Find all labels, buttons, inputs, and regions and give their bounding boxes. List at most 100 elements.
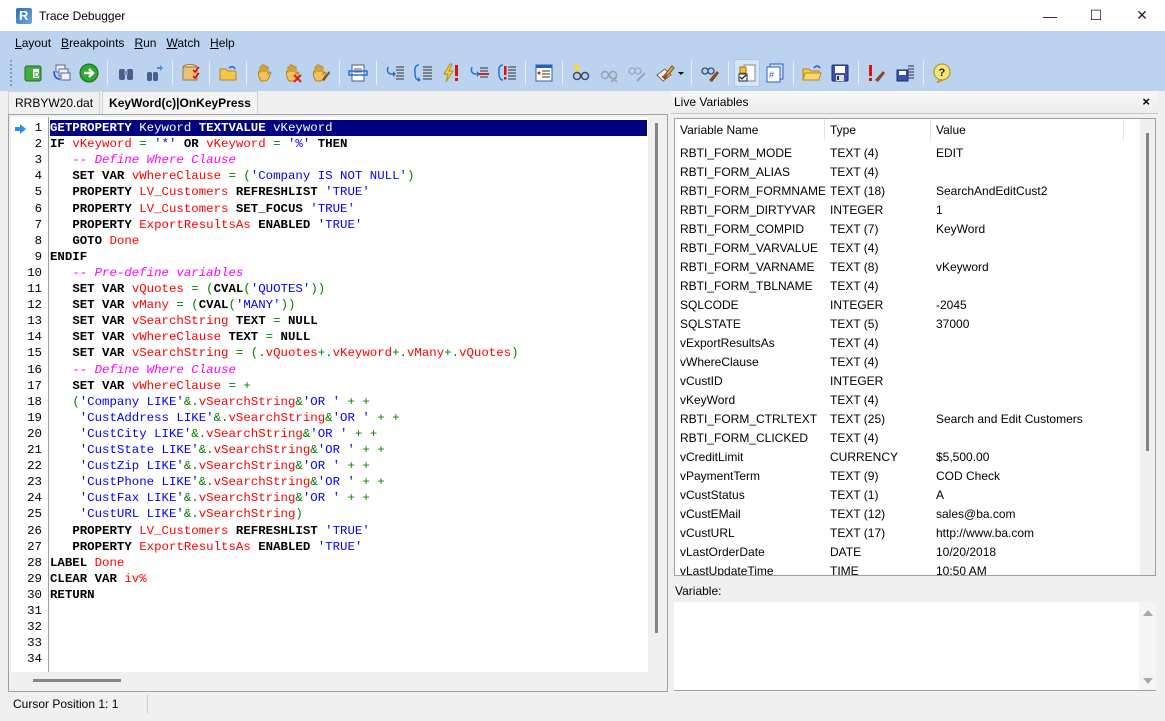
window-list-button[interactable] bbox=[531, 59, 557, 87]
line-number[interactable]: 3 bbox=[25, 152, 42, 168]
menu-run[interactable]: Run bbox=[129, 36, 161, 50]
variable-row[interactable]: SQLSTATE TEXT (5) 37000 bbox=[675, 314, 1140, 333]
skip-line-button[interactable] bbox=[466, 59, 492, 87]
scrollbar-thumb[interactable] bbox=[655, 123, 658, 633]
code-line[interactable]: 5 PROPERTY LV_Customers REFRESHLIST 'TRU… bbox=[11, 184, 648, 200]
add-watch-button[interactable] bbox=[568, 59, 594, 87]
line-number[interactable]: 19 bbox=[25, 410, 42, 426]
code-editor[interactable]: 1 GETPROPERTY Keyword TEXTVALUE vKeyword 2… bbox=[11, 117, 648, 672]
code-line[interactable]: 34 bbox=[11, 651, 648, 667]
code-line[interactable]: 24 'CustFax LIKE'&.vSearchString&'OR ' +… bbox=[11, 490, 648, 506]
print-button[interactable] bbox=[345, 59, 371, 87]
variable-row[interactable]: vCustStatus TEXT (1) A bbox=[675, 485, 1140, 504]
scrollbar-thumb[interactable] bbox=[33, 679, 121, 682]
line-number[interactable]: 33 bbox=[25, 635, 42, 651]
code-line[interactable]: 11 SET VAR vQuotes = (CVAL('QUOTES')) bbox=[11, 281, 648, 297]
line-number[interactable]: 12 bbox=[25, 297, 42, 313]
code-line[interactable]: 8 GOTO Done bbox=[11, 233, 648, 249]
line-number[interactable]: 29 bbox=[25, 571, 42, 587]
variable-row[interactable]: RBTI_FORM_CLICKED TEXT (4) bbox=[675, 428, 1140, 447]
line-number[interactable]: 31 bbox=[25, 603, 42, 619]
code-line[interactable]: 14 SET VAR vWhereClause TEXT = NULL bbox=[11, 329, 648, 345]
editor-tab[interactable]: RRBYW20.dat bbox=[8, 91, 101, 114]
clear-hand-button[interactable] bbox=[308, 59, 334, 87]
break-exception-button[interactable] bbox=[438, 59, 464, 87]
line-number[interactable]: 9 bbox=[25, 249, 42, 265]
code-line[interactable]: 3 -- Define Where Clause bbox=[11, 152, 648, 168]
folder-undo-button[interactable] bbox=[215, 59, 241, 87]
line-number[interactable]: 34 bbox=[25, 651, 42, 667]
code-line[interactable]: 2 IF vKeyword = '*' OR vKeyword = '%' THE… bbox=[11, 136, 648, 152]
variable-row[interactable]: vKeyWord TEXT (4) bbox=[675, 390, 1140, 409]
help-question-button[interactable]: ? bbox=[929, 59, 955, 87]
code-line[interactable]: 19 'CustAddress LIKE'&.vSearchString&'OR… bbox=[11, 410, 648, 426]
step-into-button[interactable] bbox=[382, 59, 408, 87]
toolbar-grip[interactable] bbox=[10, 60, 13, 86]
variable-row[interactable]: vCustURL TEXT (17) http://www.ba.com bbox=[675, 523, 1140, 542]
line-number[interactable]: 1 bbox=[25, 120, 42, 136]
editor-vertical-scrollbar[interactable] bbox=[649, 117, 663, 672]
variable-row[interactable]: vPaymentTerm TEXT (9) COD Check bbox=[675, 466, 1140, 485]
variable-row[interactable]: RBTI_FORM_MODE TEXT (4) EDIT bbox=[675, 143, 1140, 162]
step-over-button[interactable] bbox=[410, 59, 436, 87]
line-number[interactable]: 4 bbox=[25, 168, 42, 184]
code-line[interactable]: 15 SET VAR vSearchString = (.vQuotes+.vK… bbox=[11, 345, 648, 361]
menu-watch[interactable]: Watch bbox=[161, 36, 205, 50]
open-database-button[interactable]: D bbox=[20, 59, 46, 87]
variable-row[interactable]: vCustEMail TEXT (12) sales@ba.com bbox=[675, 504, 1140, 523]
line-number[interactable]: 21 bbox=[25, 442, 42, 458]
line-number[interactable]: 26 bbox=[25, 523, 42, 539]
column-header-type[interactable]: Type bbox=[825, 119, 931, 141]
column-header-value[interactable]: Value bbox=[931, 119, 1124, 141]
line-number[interactable]: 16 bbox=[25, 362, 42, 378]
line-number[interactable]: 24 bbox=[25, 490, 42, 506]
code-line[interactable]: 30 RETURN bbox=[11, 587, 648, 603]
variable-detail-box[interactable] bbox=[674, 602, 1156, 691]
line-number[interactable]: 25 bbox=[25, 506, 42, 522]
line-number[interactable]: 18 bbox=[25, 394, 42, 410]
line-number[interactable]: 22 bbox=[25, 458, 42, 474]
code-line[interactable]: 18 ('Company LIKE'&.vSearchString&'OR ' … bbox=[11, 394, 648, 410]
line-number[interactable]: 17 bbox=[25, 378, 42, 394]
scrollbar-thumb[interactable] bbox=[1146, 133, 1149, 451]
code-line[interactable]: 6 PROPERTY LV_Customers SET_FOCUS 'TRUE' bbox=[11, 201, 648, 217]
variable-row[interactable]: vLastUpdateTime TIME 10:50 AM bbox=[675, 561, 1140, 576]
scroll-down-icon[interactable] bbox=[1143, 678, 1153, 684]
line-number[interactable]: 30 bbox=[25, 587, 42, 603]
copy-windows-button[interactable] bbox=[48, 59, 74, 87]
variables-vertical-scrollbar[interactable] bbox=[1140, 119, 1155, 575]
line-number[interactable]: 23 bbox=[25, 474, 42, 490]
window-hash-button[interactable]: # bbox=[762, 59, 788, 87]
code-line[interactable]: 10 -- Pre-define variables bbox=[11, 265, 648, 281]
code-line[interactable]: 33 bbox=[11, 635, 648, 651]
variable-row[interactable]: RBTI_FORM_DIRTYVAR INTEGER 1 bbox=[675, 200, 1140, 219]
variable-row[interactable]: RBTI_FORM_FORMNAME TEXT (18) SearchAndEdit… bbox=[675, 181, 1140, 200]
line-number[interactable]: 14 bbox=[25, 329, 42, 345]
code-line[interactable]: 7 PROPERTY ExportResultsAs ENABLED 'TRUE… bbox=[11, 217, 648, 233]
line-number[interactable]: 11 bbox=[25, 281, 42, 297]
variable-row[interactable]: vWhereClause TEXT (4) bbox=[675, 352, 1140, 371]
line-number[interactable]: 2 bbox=[25, 136, 42, 152]
menu-help[interactable]: Help bbox=[205, 36, 240, 50]
line-number[interactable]: 27 bbox=[25, 539, 42, 555]
code-line[interactable]: 25 'CustURL LIKE'&.vSearchString) bbox=[11, 506, 648, 522]
code-line[interactable]: 4 SET VAR vWhereClause = ('Company IS NO… bbox=[11, 168, 648, 184]
code-line[interactable]: 28 LABEL Done bbox=[11, 555, 648, 571]
minimize-button[interactable]: — bbox=[1027, 0, 1073, 31]
column-header-name[interactable]: Variable Name bbox=[675, 119, 825, 141]
line-number[interactable]: 5 bbox=[25, 184, 42, 200]
line-number[interactable]: 8 bbox=[25, 233, 42, 249]
variable-row[interactable]: vCreditLimit CURRENCY $5,500.00 bbox=[675, 447, 1140, 466]
live-variables-button[interactable] bbox=[734, 59, 760, 87]
save-log-button[interactable] bbox=[892, 59, 918, 87]
open-folder-button[interactable] bbox=[799, 59, 825, 87]
code-line[interactable]: 17 SET VAR vWhereClause = + bbox=[11, 378, 648, 394]
maximize-button[interactable]: ☐ bbox=[1073, 0, 1119, 31]
clear-watch-button[interactable] bbox=[697, 59, 723, 87]
code-line[interactable]: 27 PROPERTY ExportResultsAs ENABLED 'TRU… bbox=[11, 539, 648, 555]
edit-pencil-dropdown-button[interactable] bbox=[652, 59, 686, 87]
line-number[interactable]: 7 bbox=[25, 217, 42, 233]
chevron-down-icon[interactable] bbox=[677, 71, 684, 75]
line-number[interactable]: 28 bbox=[25, 555, 42, 571]
variable-row[interactable]: RBTI_FORM_VARNAME TEXT (8) vKeyword bbox=[675, 257, 1140, 276]
